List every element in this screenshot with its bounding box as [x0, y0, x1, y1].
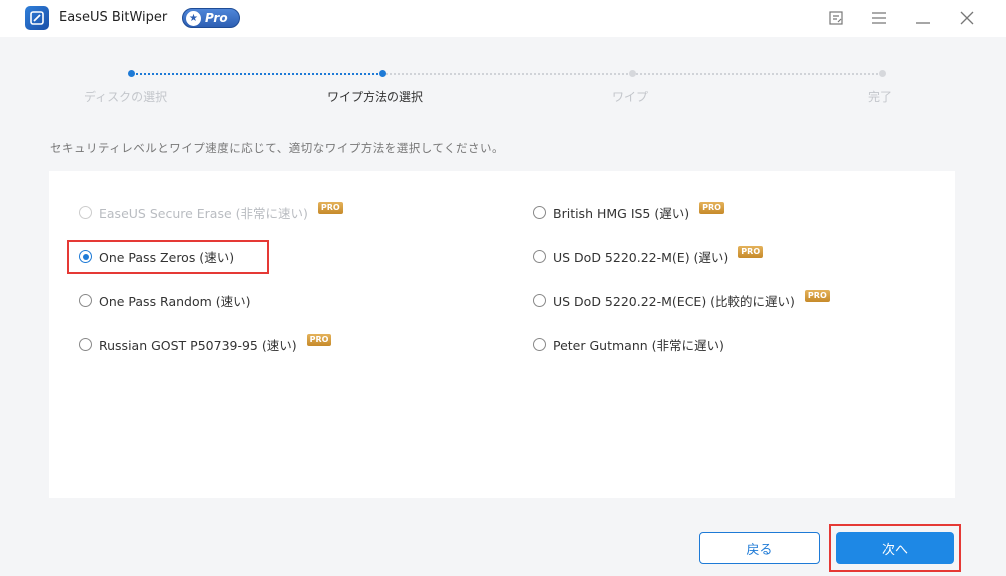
pro-tag: PRO: [317, 201, 343, 214]
method-one-pass-random[interactable]: One Pass Random (速い): [79, 291, 251, 310]
minimize-icon[interactable]: [913, 8, 933, 28]
step-connector: [131, 73, 382, 75]
next-button[interactable]: 次へ: [836, 532, 954, 564]
star-icon: ★: [186, 10, 201, 26]
pro-tag: PRO: [306, 333, 332, 346]
radio-button[interactable]: [533, 294, 546, 307]
radio-button[interactable]: [533, 338, 546, 351]
step-label-select-method: ワイプ方法の選択: [327, 90, 424, 104]
selection-highlight-box: [67, 240, 269, 274]
method-easeus-secure-erase[interactable]: EaseUS Secure Erase (非常に速い) PRO: [79, 201, 343, 222]
step-connector: [382, 73, 632, 75]
method-peter-gutmann[interactable]: Peter Gutmann (非常に遅い): [533, 335, 724, 354]
step-dot: [128, 70, 135, 77]
method-us-dod-ece[interactable]: US DoD 5220.22-M(ECE) (比較的に遅い) PRO: [533, 289, 830, 310]
close-icon[interactable]: [957, 8, 977, 28]
method-label: US DoD 5220.22-M(E) (遅い): [553, 250, 729, 265]
app-logo-icon: [25, 6, 49, 30]
step-dot: [879, 70, 886, 77]
method-label: British HMG IS5 (遅い): [553, 206, 690, 221]
wizard-stepper: ディスクの選択 ワイプ方法の選択 ワイプ 完了: [0, 60, 1006, 110]
step-dot: [379, 70, 386, 77]
radio-button[interactable]: [533, 206, 546, 219]
app-title: EaseUS BitWiper: [59, 10, 168, 25]
step-label-select-disk: ディスクの選択: [84, 90, 168, 104]
radio-button[interactable]: [79, 338, 92, 351]
radio-button[interactable]: [533, 250, 546, 263]
method-label: US DoD 5220.22-M(ECE) (比較的に遅い): [553, 294, 795, 309]
instruction-text: セキュリティレベルとワイプ速度に応じて、適切なワイプ方法を選択してください。: [50, 141, 505, 155]
method-label: One Pass Random (速い): [99, 294, 251, 309]
method-us-dod-e[interactable]: US DoD 5220.22-M(E) (遅い) PRO: [533, 245, 764, 266]
title-bar: EaseUS BitWiper ★ Pro: [0, 0, 1006, 37]
pro-badge: ★ Pro: [182, 8, 240, 28]
radio-button[interactable]: [79, 206, 92, 219]
step-connector: [632, 73, 882, 75]
wipe-method-panel: EaseUS Secure Erase (非常に速い) PRO One Pass…: [49, 171, 955, 498]
method-russian-gost[interactable]: Russian GOST P50739-95 (速い) PRO: [79, 333, 332, 354]
pro-tag: PRO: [699, 201, 724, 214]
feedback-icon[interactable]: [826, 8, 846, 28]
step-dot: [629, 70, 636, 77]
radio-button[interactable]: [79, 294, 92, 307]
method-label: Peter Gutmann (非常に遅い): [553, 338, 724, 353]
method-label: EaseUS Secure Erase (非常に速い): [99, 206, 308, 221]
pro-tag: PRO: [804, 289, 830, 302]
menu-icon[interactable]: [869, 8, 889, 28]
step-label-complete: 完了: [868, 90, 893, 104]
step-label-wipe: ワイプ: [612, 90, 649, 104]
pro-badge-label: Pro: [205, 11, 228, 25]
pro-tag: PRO: [738, 245, 764, 258]
method-british-hmg-is5[interactable]: British HMG IS5 (遅い) PRO: [533, 201, 724, 222]
back-button[interactable]: 戻る: [699, 532, 820, 564]
method-label: Russian GOST P50739-95 (速い): [99, 338, 297, 353]
